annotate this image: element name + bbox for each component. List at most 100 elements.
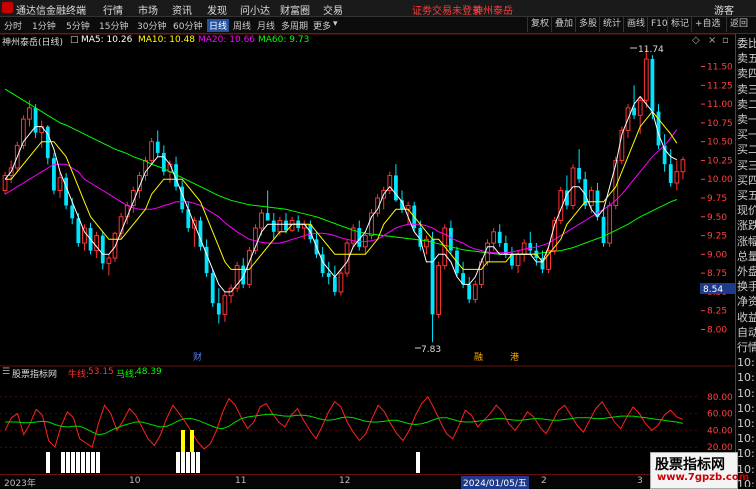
menu-item-market[interactable]: 市场 — [138, 2, 158, 17]
signal-bar — [46, 452, 50, 473]
menu-item-wealth[interactable]: 财富圈 — [280, 2, 310, 17]
draw-line-button[interactable]: 画线 — [623, 17, 648, 32]
guest-user[interactable]: 游客 — [714, 2, 734, 17]
signal-bar — [96, 452, 100, 473]
quote-panel-label: 买三 — [737, 158, 756, 172]
signal-bar — [191, 452, 195, 473]
period-60min[interactable]: 60分钟 — [173, 19, 202, 32]
signal-bar-highlight — [190, 430, 194, 452]
menu-item-discover[interactable]: 发现 — [207, 2, 227, 17]
chevron-down-icon[interactable]: ▾ — [333, 19, 338, 29]
price-tick-label: 9.25 — [707, 232, 727, 242]
current-price-value: 8.54 — [703, 285, 723, 295]
event-marker-margin[interactable]: 融 — [474, 352, 483, 363]
menu-icon[interactable]: ☰ — [2, 367, 10, 377]
quote-panel-label: 收益 — [737, 310, 756, 324]
candle-body — [52, 158, 56, 191]
overlay-button[interactable]: 叠加 — [551, 17, 576, 32]
menu-bar: 通达信金融终端 行情 市场 资讯 发现 问小达 财富圈 交易 证劵交易未登录 神… — [0, 0, 756, 17]
price-tick-label: 8.75 — [707, 269, 727, 279]
event-marker-hk[interactable]: 港 — [510, 351, 519, 363]
quote-panel: 委比卖五卖四卖三卖二卖一买一买二买三买四买五现价涨跌涨幅总量外盘换手净资收益自动… — [735, 34, 756, 487]
candle-body — [216, 303, 221, 315]
candle-body — [82, 227, 87, 244]
x-axis-month-2: 2 — [541, 476, 547, 486]
quote-panel-label: 涨跌 — [737, 219, 756, 233]
signal-bar — [186, 452, 190, 473]
quote-panel-label: 10:1 — [737, 386, 756, 400]
stats-button[interactable]: 统计 — [599, 17, 624, 32]
price-tick-label: 10.00 — [707, 175, 733, 185]
price-tick-label: 9.75 — [707, 194, 727, 204]
period-more[interactable]: 更多 — [313, 19, 331, 32]
candle-body — [45, 126, 50, 159]
candle-body — [601, 216, 606, 244]
period-1min[interactable]: 1分钟 — [32, 19, 56, 32]
quote-panel-label: 10:1 — [737, 417, 756, 430]
candle-body — [100, 235, 105, 264]
indicator-tick-label: 40.00 — [707, 426, 733, 436]
niu-line — [4, 395, 684, 450]
signal-bar — [61, 452, 65, 473]
candle-body — [70, 205, 75, 219]
adjust-button[interactable]: 复权 — [527, 17, 552, 32]
candle-body — [491, 231, 497, 244]
period-tick[interactable]: 分时 — [4, 19, 22, 32]
menu-item-news[interactable]: 资讯 — [172, 2, 192, 17]
quote-panel-label: 卖五 — [737, 52, 756, 66]
quote-panel-label: 自动 — [737, 325, 756, 339]
ma-label: 马线: — [116, 370, 138, 380]
x-axis-year: 2023年 — [4, 479, 36, 489]
signal-bar — [196, 452, 200, 473]
indicator-tick-label: 80.00 — [707, 393, 733, 403]
quote-panel-label: 买二 — [737, 143, 756, 157]
cursor-date: 2024/01/05/五 — [461, 476, 529, 489]
candle-body — [124, 205, 130, 218]
niu-value: 53.15 — [88, 367, 114, 377]
quote-panel-label: 买五 — [737, 189, 756, 202]
mark-button[interactable]: 标记 — [667, 17, 692, 32]
period-30min[interactable]: 30分钟 — [137, 19, 166, 32]
watermark: 股票指标网 www.7gpzb.com — [650, 452, 749, 489]
period-15min[interactable]: 15分钟 — [99, 19, 128, 32]
quote-panel-label: 10:1 — [737, 432, 756, 446]
high-price-label: 11.74 — [638, 45, 664, 55]
login-notice[interactable]: 证劵交易未登录 — [412, 2, 482, 17]
menu-item-trade[interactable]: 交易 — [323, 2, 343, 17]
ma-lines — [4, 88, 678, 293]
ma5-line — [4, 95, 678, 293]
candle-body — [149, 141, 155, 161]
period-monthly[interactable]: 月线 — [257, 19, 275, 32]
quote-panel-label: 卖一 — [737, 113, 756, 126]
price-tick-label: 9.00 — [707, 250, 727, 260]
candle-body — [155, 141, 160, 153]
candle-body — [222, 295, 228, 315]
indicator-name[interactable]: 股票指标网 — [12, 367, 57, 380]
x-axis-month-12: 12 — [339, 476, 351, 486]
candle-body — [650, 59, 655, 112]
menu-item-quotes[interactable]: 行情 — [103, 2, 123, 17]
add-watchlist-button[interactable]: +自选 — [691, 17, 724, 32]
kline-chart[interactable]: 11.50 11.25 11.00 10.75 10.50 10.25 10.00 9.75 9… — [0, 34, 735, 474]
multi-stock-button[interactable]: 多股 — [575, 17, 600, 32]
candle-body — [643, 58, 649, 101]
quote-panel-label: 委比 — [737, 37, 756, 50]
quote-panel-label: 现价 — [737, 204, 756, 218]
candle-body — [326, 273, 331, 277]
x-axis-month-3: 3 — [637, 476, 643, 486]
candle-body — [143, 159, 148, 176]
period-5min[interactable]: 5分钟 — [66, 19, 90, 32]
candle-body — [405, 205, 411, 210]
quote-panel-label: 卖二 — [737, 97, 756, 111]
x-axis-month-10: 10 — [129, 476, 141, 486]
candle-body — [674, 171, 680, 184]
period-daily[interactable]: 日线 — [207, 19, 230, 32]
event-marker-finance[interactable]: 财 — [193, 351, 202, 363]
price-tick-label: 8.00 — [707, 325, 727, 335]
back-button[interactable]: 返回 — [726, 17, 751, 32]
signal-bar — [71, 452, 75, 473]
period-weekly[interactable]: 周线 — [233, 19, 251, 32]
period-multi[interactable]: 多周期 — [281, 19, 308, 32]
menu-item-ask[interactable]: 问小达 — [240, 2, 270, 17]
signal-bar — [176, 452, 180, 473]
